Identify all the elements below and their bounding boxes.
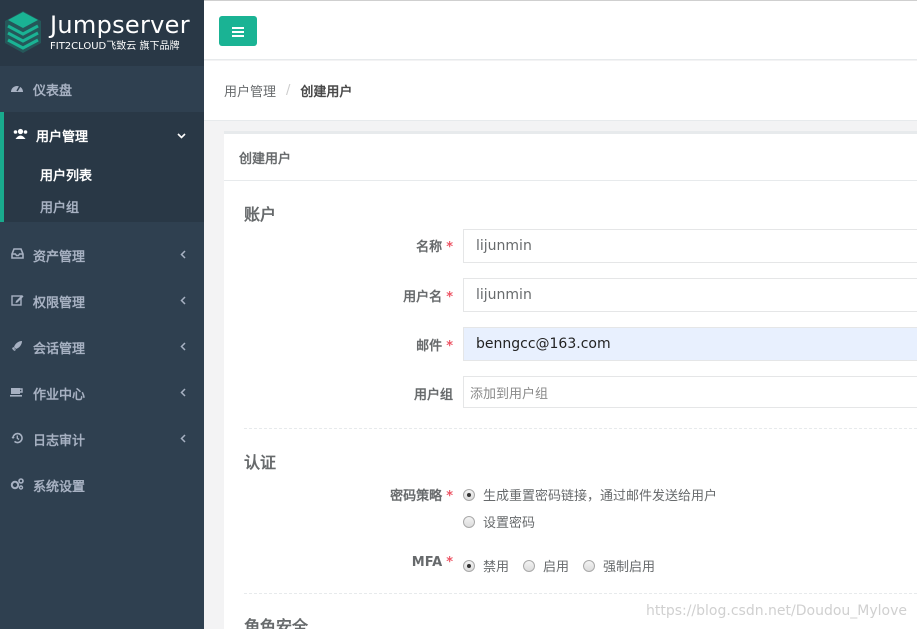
section-heading-auth: 认证 (244, 453, 277, 472)
sidebar-item-jobs[interactable]: 作业中心 (0, 370, 204, 416)
radio-label: 启用 (543, 560, 570, 575)
chevron-left-icon (180, 248, 186, 262)
section-divider (244, 593, 917, 594)
name-label: 名称 * (244, 236, 453, 255)
chevron-left-icon (180, 294, 186, 308)
required-mark: * (446, 240, 453, 255)
radio-button[interactable] (463, 559, 475, 572)
password-strategy-label: 密码策略 * (244, 485, 453, 504)
username-label: 用户名 * (244, 286, 453, 305)
mfa-label: MFA * (244, 555, 453, 570)
username-field[interactable]: lijunmin (463, 278, 917, 312)
email-label: 邮件 * (244, 335, 453, 354)
radio-button[interactable] (523, 559, 536, 572)
rocket-icon (9, 340, 25, 355)
sidebar-item-users[interactable]: 用户管理 (4, 112, 204, 158)
radio-button[interactable] (463, 515, 475, 528)
sidebar-group-users: 用户管理 用户列表 用户组 (0, 112, 204, 222)
breadcrumb-parent[interactable]: 用户管理 (224, 81, 276, 100)
radio-label: 禁用 (483, 560, 510, 575)
password-option-reset-link[interactable]: 生成重置密码链接，通过邮件发送给用户 (463, 485, 717, 504)
required-mark: * (446, 290, 453, 305)
breadcrumb-current: 创建用户 (300, 85, 353, 100)
sidebar-item-label: 日志审计 (33, 433, 86, 449)
history-icon (9, 432, 25, 447)
top-navbar (204, 0, 917, 60)
email-field[interactable]: benngcc@163.com (463, 327, 917, 361)
sidebar-item-label: 系统设置 (33, 479, 86, 495)
breadcrumb: 用户管理 / 创建用户 (204, 61, 917, 121)
sidebar-item-dashboard[interactable]: 仪表盘 (0, 66, 204, 112)
required-mark: * (446, 339, 453, 354)
chevron-left-icon (180, 432, 186, 446)
mfa-label-text: MFA (411, 555, 443, 570)
mfa-option-forced[interactable]: 强制启用 (583, 556, 655, 575)
sidebar: Jumpserver FIT2CLOUD飞致云 旗下品牌 仪表盘 用户管理 用户… (0, 0, 204, 629)
sidebar-item-sessions[interactable]: 会话管理 (0, 324, 204, 370)
radio-label: 生成重置密码链接，通过邮件发送给用户 (483, 489, 718, 504)
username-label-text: 用户名 (403, 290, 443, 305)
sidebar-item-label: 作业中心 (33, 387, 86, 403)
user-group-select[interactable]: 添加到用户组 (463, 376, 917, 408)
required-mark: * (446, 555, 453, 570)
panel-title: 创建用户 (224, 134, 917, 181)
sidebar-subitem-user-list[interactable]: 用户列表 (4, 158, 204, 190)
cogs-icon (9, 477, 25, 493)
user-group-label: 用户组 (413, 388, 453, 403)
jumpserver-logo-icon (5, 11, 41, 53)
inbox-icon (9, 248, 25, 262)
breadcrumb-separator: / (286, 83, 291, 98)
sidebar-subitem-user-group[interactable]: 用户组 (4, 190, 204, 222)
coffee-icon (9, 386, 25, 400)
section-heading-account: 账户 (244, 205, 277, 224)
sidebar-item-permissions[interactable]: 权限管理 (0, 278, 204, 324)
mfa-option-enabled[interactable]: 启用 (523, 556, 569, 575)
hamburger-icon (232, 22, 244, 41)
sidebar-item-settings[interactable]: 系统设置 (0, 462, 204, 508)
name-field[interactable]: lijunmin (463, 229, 917, 263)
brand-subtitle: FIT2CLOUD飞致云 旗下品牌 (50, 41, 180, 52)
dashboard-icon (9, 82, 25, 97)
mfa-option-disabled[interactable]: 禁用 (463, 556, 509, 575)
password-option-set-password[interactable]: 设置密码 (463, 512, 535, 531)
section-divider (244, 428, 917, 429)
watermark: https://blog.csdn.net/Doudou_Mylove (645, 603, 907, 619)
section-heading-role: 角色安全 (244, 617, 309, 629)
required-mark: * (446, 489, 453, 504)
sidebar-item-label: 用户管理 (36, 129, 89, 145)
mfa-options: 禁用 启用 强制启用 (463, 556, 669, 575)
radio-label: 强制启用 (603, 560, 656, 575)
name-label-text: 名称 (416, 240, 443, 255)
chevron-left-icon (180, 340, 186, 354)
logo-area[interactable]: Jumpserver FIT2CLOUD飞致云 旗下品牌 (0, 0, 204, 66)
password-strategy-label-text: 密码策略 (390, 489, 443, 504)
menu-toggle-button[interactable] (219, 16, 257, 46)
sidebar-item-assets[interactable]: 资产管理 (0, 232, 204, 278)
users-icon (12, 128, 28, 143)
sidebar-item-label: 资产管理 (33, 249, 86, 265)
brand-title: Jumpserver (50, 11, 190, 39)
sidebar-item-label: 权限管理 (33, 295, 86, 311)
edit-icon (9, 294, 25, 309)
radio-button[interactable] (583, 559, 596, 572)
sidebar-item-label: 会话管理 (33, 341, 86, 357)
radio-button[interactable] (463, 488, 475, 501)
chevron-left-icon (180, 386, 186, 400)
chevron-down-icon (177, 128, 186, 142)
create-user-panel: 创建用户 账户 名称 * lijunmin 用户名 * lijunmin 邮件 * b… (224, 131, 917, 629)
sidebar-item-label: 仪表盘 (33, 83, 73, 99)
sidebar-item-audit[interactable]: 日志审计 (0, 416, 204, 462)
email-label-text: 邮件 (416, 339, 443, 354)
radio-label: 设置密码 (483, 516, 536, 531)
